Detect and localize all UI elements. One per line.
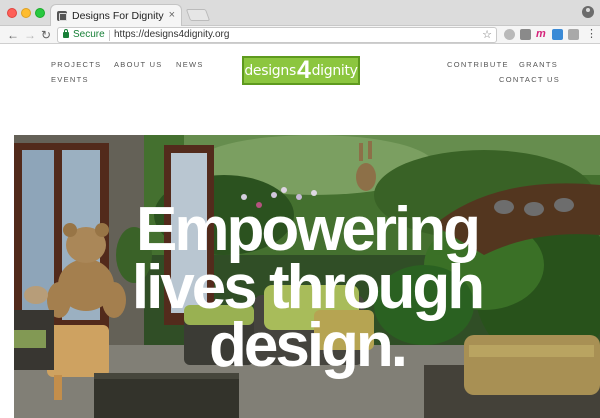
- window-close-button[interactable]: [7, 8, 17, 18]
- hero-headline-line-2: lives through: [131, 253, 485, 322]
- menu-icon[interactable]: ⋮: [586, 28, 597, 41]
- hero-headline: Empowering lives through design.: [14, 195, 600, 380]
- tab-title: Designs For Dignity: [72, 10, 164, 22]
- reload-icon[interactable]: ↻: [41, 27, 51, 43]
- new-tab-button[interactable]: [185, 9, 211, 21]
- nav-link-contact-us[interactable]: CONTACT US: [499, 75, 560, 84]
- favicon-icon: [57, 11, 67, 21]
- address-bar[interactable]: Secure https://designs4dignity.org ☆: [57, 27, 497, 43]
- nav-link-about-us[interactable]: ABOUT US: [114, 60, 163, 69]
- nav-link-events[interactable]: EVENTS: [51, 75, 89, 84]
- extension-icon[interactable]: m: [536, 29, 547, 40]
- browser-tab-bar: Designs For Dignity ×: [0, 0, 600, 27]
- site-header: PROJECTS ABOUT US NEWS EVENTS designs 4 …: [0, 45, 600, 135]
- hero-banner: Empowering lives through design.: [14, 135, 600, 418]
- browser-tab[interactable]: Designs For Dignity ×: [50, 4, 182, 27]
- tab-close-icon[interactable]: ×: [169, 9, 175, 21]
- extension-icon[interactable]: [568, 29, 579, 40]
- hero-headline-line-1: Empowering: [135, 195, 481, 264]
- nav-link-grants[interactable]: GRANTS: [519, 60, 558, 69]
- secure-label: Secure: [73, 29, 105, 40]
- extension-icon[interactable]: [552, 29, 563, 40]
- forward-arrow-icon[interactable]: →: [24, 27, 36, 43]
- browser-toolbar: ← → ↻ Secure https://designs4dignity.org…: [0, 26, 600, 44]
- nav-link-projects[interactable]: PROJECTS: [51, 60, 101, 69]
- extension-icon[interactable]: [520, 29, 531, 40]
- extension-icon[interactable]: [504, 29, 515, 40]
- logo-number: 4: [296, 56, 311, 84]
- window-minimize-button[interactable]: [21, 8, 31, 18]
- logo-word-designs: designs: [244, 62, 296, 79]
- logo-word-dignity: dignity: [311, 62, 358, 79]
- url-separator: [109, 30, 110, 41]
- lock-icon: [63, 29, 69, 38]
- site-logo[interactable]: designs 4 dignity: [242, 56, 360, 85]
- nav-link-contribute[interactable]: CONTRIBUTE: [447, 60, 509, 69]
- profile-icon[interactable]: [582, 6, 594, 18]
- star-icon[interactable]: ☆: [482, 28, 492, 42]
- url-text[interactable]: https://designs4dignity.org: [114, 29, 229, 40]
- nav-link-news[interactable]: NEWS: [176, 60, 204, 69]
- hero-headline-line-3: design.: [208, 311, 408, 380]
- window-maximize-button[interactable]: [35, 8, 45, 18]
- back-arrow-icon[interactable]: ←: [7, 27, 19, 43]
